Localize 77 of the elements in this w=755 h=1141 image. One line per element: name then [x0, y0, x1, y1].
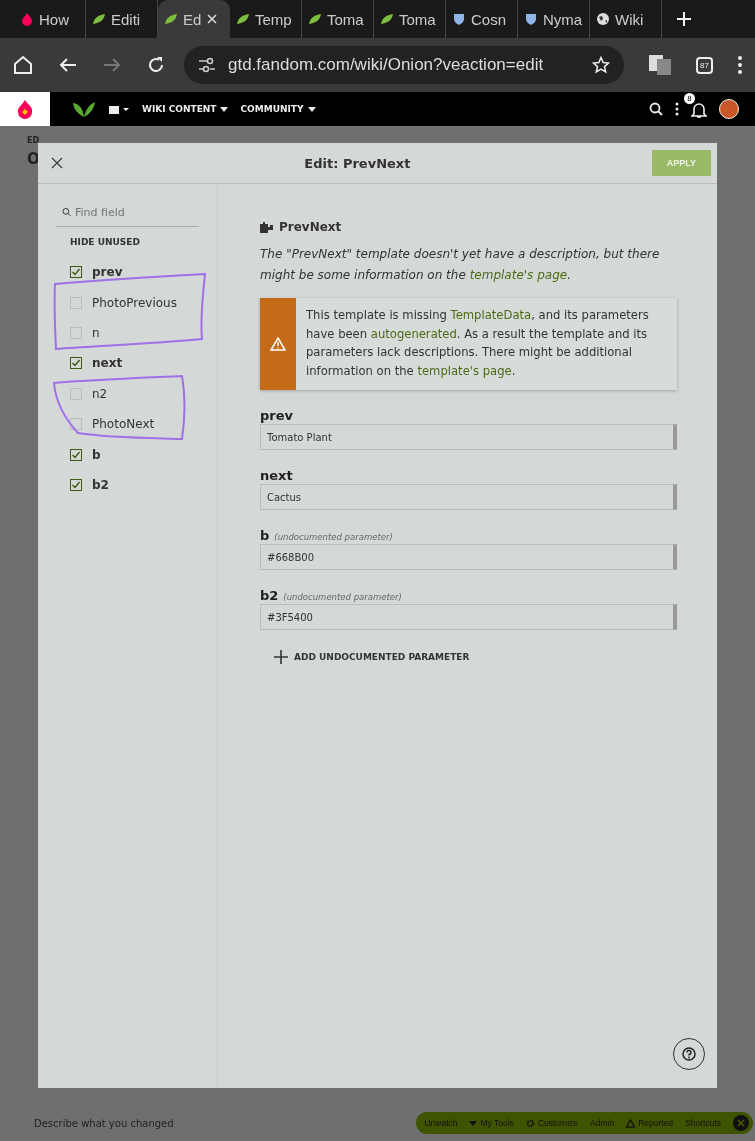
page-label: ED [27, 136, 40, 145]
help-icon [682, 1047, 696, 1061]
tab-count-button[interactable]: 87 [696, 56, 713, 74]
site-logo[interactable] [0, 92, 50, 126]
search-icon[interactable] [649, 102, 663, 116]
leaf-icon [380, 12, 394, 26]
dialog-title: Edit: PrevNext [303, 155, 412, 171]
notice-link[interactable]: TemplateData [450, 308, 532, 322]
more-options-icon[interactable] [737, 55, 743, 75]
puzzle-icon [260, 221, 273, 233]
close-icon[interactable] [51, 157, 63, 169]
parameter-name: next [260, 468, 293, 483]
find-field[interactable]: Find field [75, 204, 195, 220]
field-label[interactable]: n [92, 325, 100, 340]
browser-tab[interactable]: Ed [158, 0, 230, 38]
leaf-icon [92, 12, 106, 26]
notice-text: This template is missing TemplateData, and its parameters have been autogenerated. As a result the template and its parameters lack descriptions. There might be additional information on the template's page. [305, 307, 650, 380]
notice-link[interactable]: template's page [417, 363, 512, 378]
url-text: gtd.fandom.com/wiki/Onion?veaction=edit [228, 55, 545, 75]
field-label[interactable]: b2 [92, 477, 109, 492]
shield-icon [452, 12, 466, 26]
new-tab-icon[interactable] [676, 11, 692, 27]
caret-icon [307, 106, 316, 112]
search-icon [62, 205, 71, 219]
parameter-name: b2 [260, 588, 279, 603]
parameter-note: (undocumented parameter) [274, 532, 393, 542]
checkbox[interactable] [70, 326, 82, 339]
hide-unused-button[interactable]: HIDE UNUSED [70, 237, 199, 247]
checkbox[interactable] [70, 478, 82, 491]
checkbox[interactable] [70, 387, 82, 400]
checkbox[interactable] [70, 296, 82, 309]
summary-field[interactable]: Describe what you changed [34, 1116, 234, 1130]
field-label[interactable]: prev [92, 265, 123, 280]
star-icon[interactable] [592, 56, 611, 74]
template-page-link[interactable]: template's page [469, 268, 568, 282]
site-settings-icon[interactable] [198, 57, 216, 73]
warning-icon [626, 1118, 636, 1128]
field-label[interactable]: PhotoPrevious [92, 295, 177, 310]
warning-icon [270, 337, 286, 351]
nav-menu[interactable]: COMMUNITY [240, 104, 316, 114]
address-bar[interactable]: gtd.fandom.com/wiki/Onion?veaction=edit [184, 46, 625, 84]
reload-icon[interactable] [146, 55, 166, 75]
template-name: PrevNext [279, 220, 342, 234]
field-label[interactable]: b [92, 447, 101, 462]
template-description: The "PrevNext" template doesn't yet have a description, but there might be some information on the template's page. [260, 246, 661, 284]
field-label[interactable]: n2 [92, 386, 108, 401]
checkbox[interactable] [70, 418, 82, 431]
more-options-icon[interactable] [675, 102, 679, 116]
field-label[interactable]: next [92, 356, 123, 371]
leaf-icon[interactable] [72, 100, 96, 118]
caret-icon [220, 106, 229, 112]
bell-icon[interactable] [691, 101, 707, 119]
field-label[interactable]: PhotoNext [92, 417, 155, 432]
plus-icon [274, 650, 288, 664]
parameter-input[interactable]: #3F5400 [260, 604, 677, 630]
nav-menu[interactable]: WIKI CONTENT [142, 104, 229, 114]
parameter-input[interactable]: #668B00 [260, 544, 677, 570]
parameter-input[interactable]: Cactus [260, 484, 677, 510]
leaf-icon [308, 12, 322, 26]
leaf-icon [236, 12, 250, 26]
caret-icon [469, 1120, 478, 1126]
checkbox[interactable] [70, 357, 82, 370]
globe-icon [596, 12, 610, 26]
avatar[interactable] [719, 99, 739, 119]
parameter-name: b [260, 528, 270, 543]
leaf-icon [164, 12, 178, 26]
parameter-input[interactable]: Tomato Plant [260, 424, 677, 450]
checkbox[interactable] [70, 266, 82, 279]
notice-link[interactable]: autogenerated [370, 326, 457, 341]
flame-icon [20, 12, 34, 26]
shield-icon [524, 12, 538, 26]
gear-icon [525, 1118, 535, 1128]
checkbox[interactable] [70, 448, 82, 461]
home-icon[interactable] [12, 54, 34, 76]
parameter-name: prev [260, 408, 293, 423]
parameter-note: (undocumented parameter) [283, 592, 402, 602]
add-parameter-button[interactable]: ADD UNDOCUMENTED PARAMETER [274, 650, 470, 664]
